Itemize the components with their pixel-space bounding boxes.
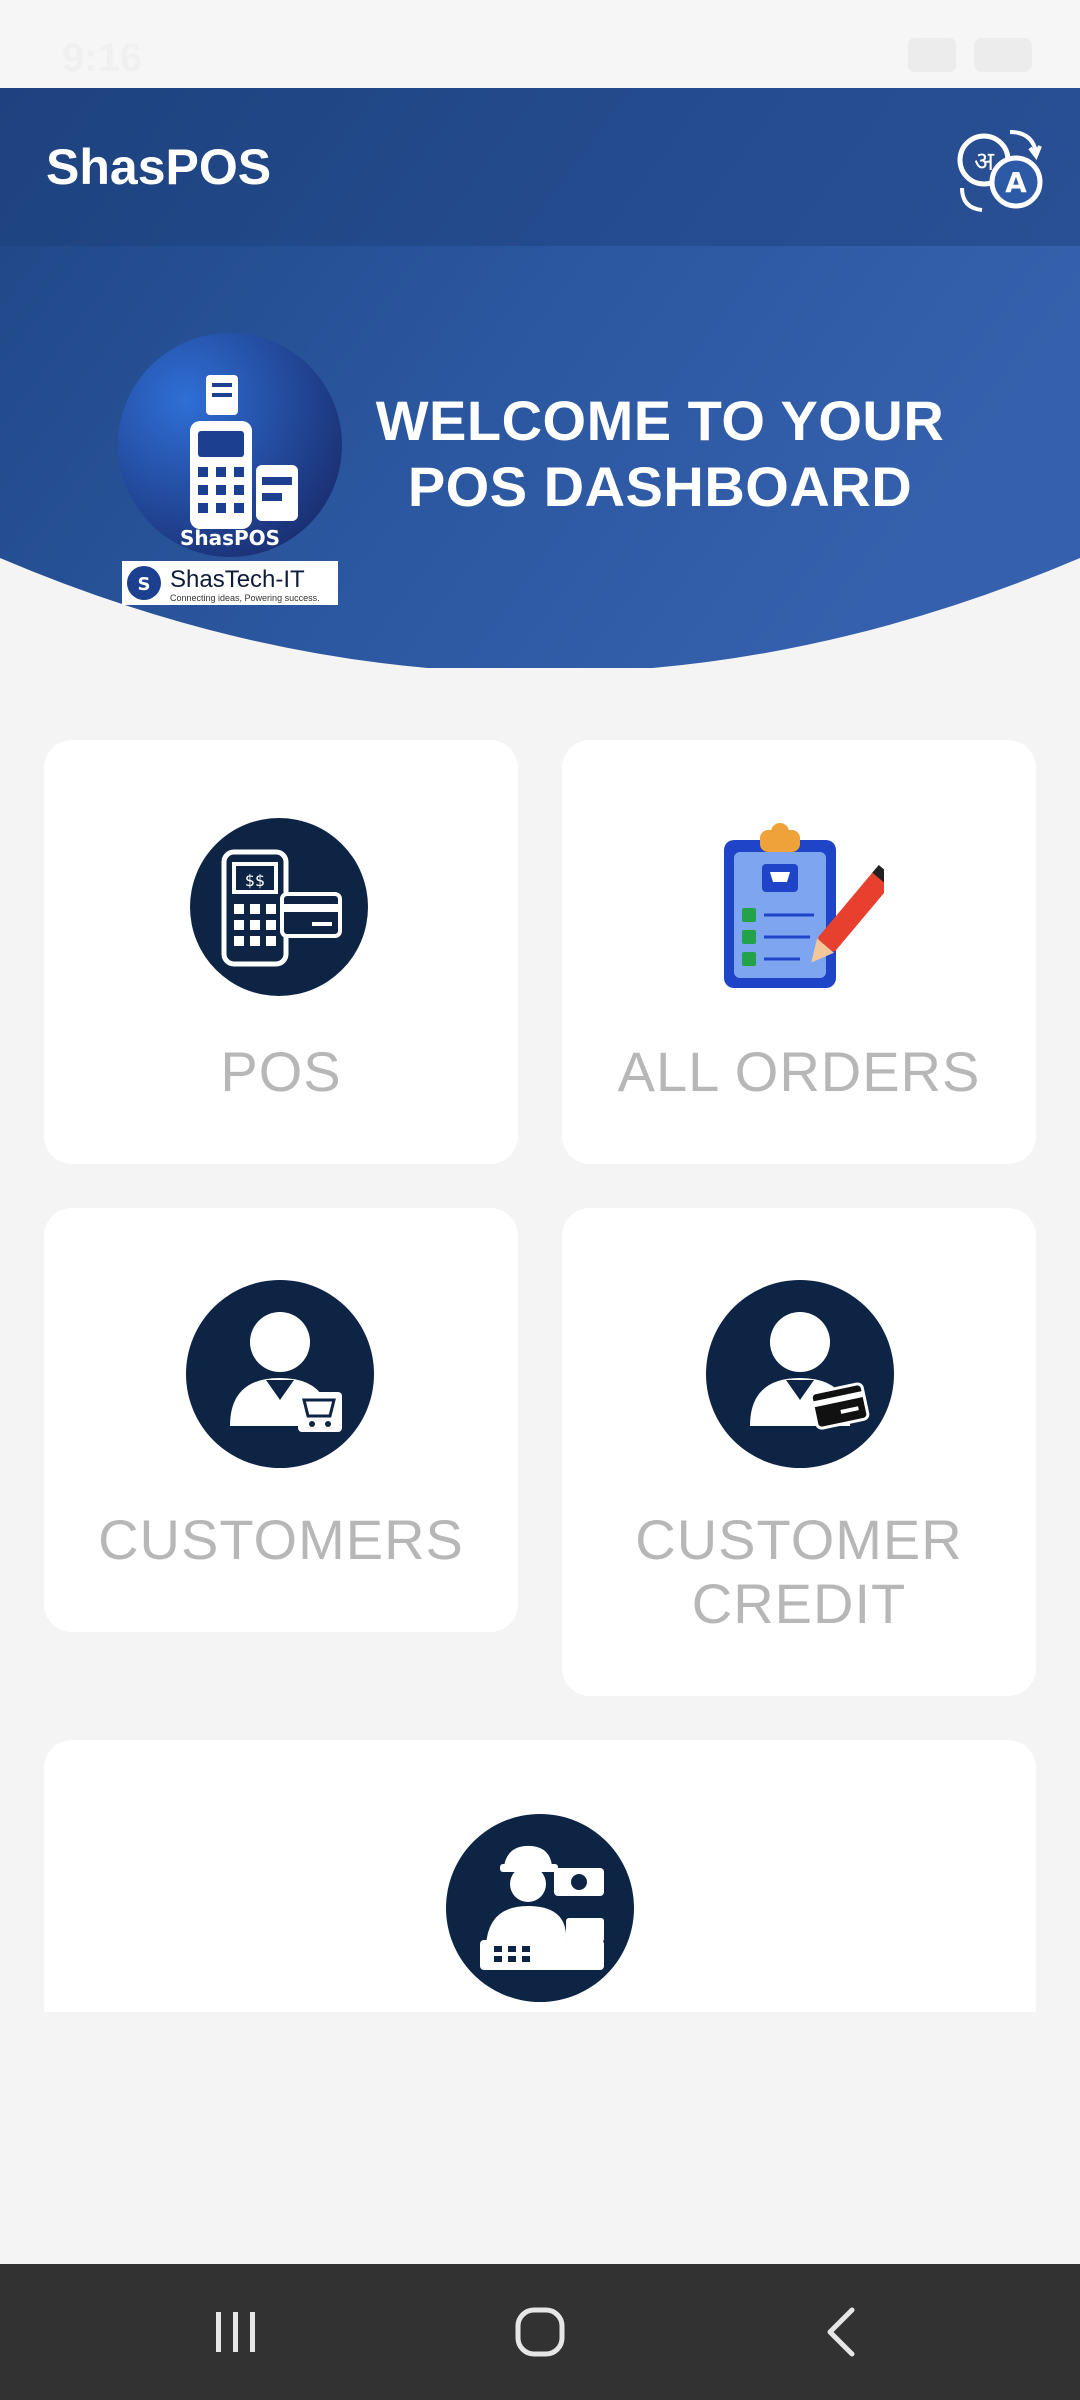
back-button[interactable] [806,2300,878,2364]
svg-text:$$: $$ [245,871,265,890]
home-icon [515,2307,565,2357]
all-orders-label: ALL ORDERS [617,1040,981,1103]
customers-card[interactable]: CUSTOMERS [44,1208,518,1632]
order-clipboard-icon [714,822,896,992]
customers-label: CUSTOMERS [98,1508,464,1571]
cashier-card[interactable] [44,1740,1036,2012]
logo-text: ShasPOS [180,526,280,550]
customer-card-icon [706,1280,894,1468]
customer-cart-icon [186,1280,374,1468]
dashboard-header: ShasPOS अ A ShasPOS S ShasTech-IT Connec… [0,88,1080,668]
svg-text:A: A [1005,166,1027,199]
all-orders-card[interactable]: ALL ORDERS [562,740,1036,1164]
welcome-line-2: POS DASHBOARD [407,455,913,518]
status-icons [908,38,1032,72]
svg-text:S: S [138,574,151,595]
home-button[interactable] [502,2300,578,2364]
cashier-icon [446,1814,634,2002]
welcome-heading: WELCOME TO YOUR POS DASHBOARD [350,388,970,520]
pos-label: POS [220,1040,342,1103]
shaspos-logo: ShasPOS S ShasTech-IT Connecting ideas, … [118,333,348,613]
pos-card[interactable]: $$ POS [44,740,518,1164]
signal-icon [908,38,956,72]
back-icon [827,2307,855,2357]
customer-credit-line-1: CUSTOMER [635,1508,963,1571]
welcome-line-1: WELCOME TO YOUR [375,389,945,452]
recents-button[interactable] [200,2300,272,2364]
app-title: ShasPOS [46,139,272,195]
system-nav-bar [0,2264,1080,2400]
recents-icon [216,2312,255,2352]
brand-text: ShasTech-IT [170,566,305,593]
status-bar: 9:16 [0,0,1080,88]
translate-button[interactable]: अ A [952,124,1044,216]
customer-credit-card[interactable]: CUSTOMER CREDIT [562,1208,1036,1696]
translate-icon: अ A [957,130,1043,212]
customer-credit-line-2: CREDIT [691,1572,907,1635]
battery-icon [974,38,1032,72]
brand-tagline: Connecting ideas, Powering success. [170,593,320,603]
customer-credit-label: CUSTOMER CREDIT [562,1508,1036,1636]
status-time: 9:16 [62,36,143,80]
pos-terminal-icon: $$ [190,818,368,996]
